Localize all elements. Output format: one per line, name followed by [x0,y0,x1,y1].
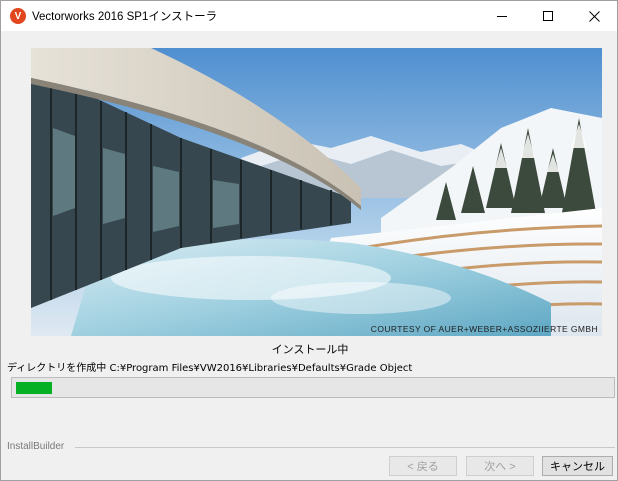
minimize-icon [497,16,507,17]
window-title: Vectorworks 2016 SP1インストーラ [32,11,218,23]
vectorworks-logo-icon: V [10,8,26,24]
footer-divider [75,447,615,448]
next-button[interactable]: 次へ > [466,456,534,476]
maximize-button[interactable] [525,1,571,31]
installer-window: V Vectorworks 2016 SP1インストーラ COURTESY OF… [0,0,618,481]
progress-fill [16,382,52,394]
minimize-button[interactable] [479,1,525,31]
title-bar[interactable]: V Vectorworks 2016 SP1インストーラ [1,1,617,31]
install-progress-bar [11,377,615,398]
image-credit: COURTESY OF AUER+WEBER+ASSOZIIERTE GMBH [370,324,598,334]
banner-illustration [31,48,602,336]
install-status: インストール中 [271,344,349,356]
window-controls [479,1,617,31]
back-button[interactable]: < 戻る [389,456,457,476]
installbuilder-label: InstallBuilder [7,441,65,452]
install-detail: ディレクトリを作成中 C:¥Program Files¥VW2016¥Libra… [7,363,413,374]
close-button[interactable] [571,1,617,31]
installer-banner-image: COURTESY OF AUER+WEBER+ASSOZIIERTE GMBH [31,48,602,336]
app-icon-glyph: V [14,10,22,22]
cancel-button[interactable]: キャンセル [542,456,613,476]
close-icon [588,10,600,22]
maximize-icon [543,11,553,21]
